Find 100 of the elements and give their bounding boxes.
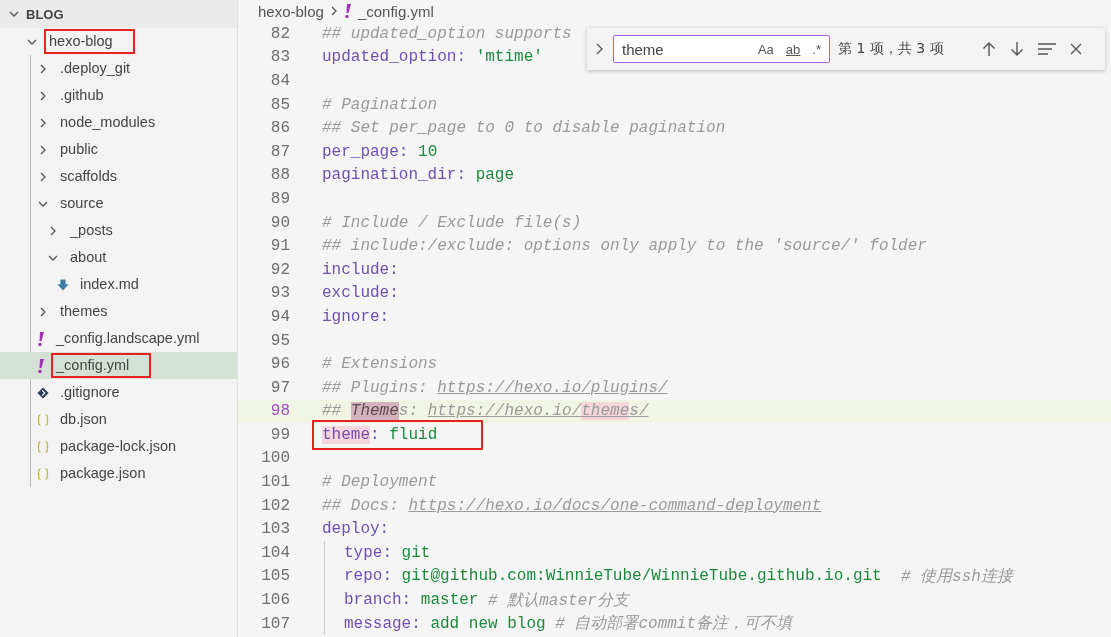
code-comment: ## xyxy=(322,402,343,421)
braces-icon xyxy=(37,439,49,454)
up-arrow-icon[interactable] xyxy=(981,41,996,57)
file-name: _config.landscape.yml xyxy=(54,329,201,348)
line-number: 88 xyxy=(269,166,290,185)
yaml-value: page xyxy=(474,166,515,185)
exclamation-icon xyxy=(37,330,45,347)
line-number: 85 xyxy=(269,95,290,114)
tree-row[interactable]: about xyxy=(47,244,237,271)
line-number: 89 xyxy=(269,189,290,208)
chevron-right-icon[interactable] xyxy=(595,41,605,57)
down-arrow-icon[interactable] xyxy=(1009,41,1024,57)
line-number: 91 xyxy=(269,237,290,256)
yaml-key: per_page: xyxy=(322,142,409,161)
tree-row[interactable]: .gitignore xyxy=(37,379,237,406)
breadcrumb-item[interactable]: hexo-blog xyxy=(258,2,324,20)
yaml-key: : xyxy=(370,425,380,444)
code-comment: # 自动部署commit备注，可不填 xyxy=(554,613,793,635)
folder-name: _posts xyxy=(68,221,114,240)
yaml-key: theme xyxy=(322,425,370,444)
yaml-key: branch: xyxy=(344,591,412,610)
tree-row[interactable]: public xyxy=(37,136,237,163)
file-name: index.md xyxy=(79,275,140,294)
line-number: 99 xyxy=(269,425,290,444)
yaml-key: updated_option: xyxy=(322,48,467,67)
line-number: 95 xyxy=(269,331,290,350)
yaml-key: pagination_dir: xyxy=(322,166,467,185)
folder-name: public xyxy=(59,140,99,159)
find-option-toggle[interactable]: Aa xyxy=(755,40,776,58)
code-comment: ## Docs: xyxy=(322,496,400,515)
line-number: 90 xyxy=(269,213,290,232)
match-count: 第 1 项，共 3 项 xyxy=(838,40,944,58)
folder-name: themes xyxy=(59,302,109,321)
line-number: 98 xyxy=(269,402,290,421)
yaml-key: message: xyxy=(344,614,421,633)
chevron-right-icon xyxy=(329,5,338,17)
file-name: package.json xyxy=(59,464,147,483)
line-number: 87 xyxy=(269,142,290,161)
tree-row[interactable]: source xyxy=(37,190,237,217)
file-name: package-lock.json xyxy=(59,437,178,456)
yaml-value: git@github.com:WinnieTube/WinnieTube.github.io.git xyxy=(400,567,882,586)
line-number: 104 xyxy=(260,543,290,562)
braces-icon xyxy=(37,466,49,481)
folder-name: source xyxy=(59,194,105,213)
yaml-key: include: xyxy=(322,260,399,279)
line-number: 107 xyxy=(260,614,290,633)
line-number: 84 xyxy=(269,72,290,90)
line-number: 100 xyxy=(260,449,290,468)
line-number: 101 xyxy=(260,473,290,492)
exclamation-icon xyxy=(37,357,45,374)
folder-name: .deploy_git xyxy=(59,59,132,78)
down-arrow-icon xyxy=(57,278,69,291)
find-option-toggle[interactable]: .* xyxy=(810,40,823,58)
line-number: 97 xyxy=(269,378,290,397)
folder-name: hexo-blog xyxy=(44,29,135,54)
yaml-value: 'mtime' xyxy=(474,48,543,67)
tree-row[interactable]: .github xyxy=(37,82,237,109)
tree-row[interactable]: package-lock.json xyxy=(37,433,237,460)
folder-name: .github xyxy=(59,86,105,105)
yaml-key: repo: xyxy=(344,567,392,586)
tree-row[interactable]: _posts xyxy=(47,217,237,244)
file-name: db.json xyxy=(59,410,108,429)
tree-row[interactable]: .deploy_git xyxy=(37,55,237,82)
code-comment: ## updated_option supports xyxy=(322,24,572,43)
yaml-key: type: xyxy=(344,543,392,562)
line-number: 83 xyxy=(269,48,290,67)
tree-row[interactable]: scaffolds xyxy=(37,163,237,190)
find-option-toggle[interactable]: ab xyxy=(783,40,803,58)
line-number: 82 xyxy=(269,24,290,43)
code-comment: # Extensions xyxy=(322,355,438,374)
selection-lines-icon[interactable] xyxy=(1037,43,1056,55)
file-name: .gitignore xyxy=(59,383,121,402)
yaml-key: exclude: xyxy=(322,284,399,303)
tree-row[interactable]: themes xyxy=(37,298,237,325)
tree-row[interactable]: index.md xyxy=(57,271,237,298)
tree-row[interactable]: _config.landscape.yml xyxy=(37,325,237,352)
tree-row[interactable]: _config.yml xyxy=(0,352,237,379)
line-number: 94 xyxy=(269,307,290,326)
code-comment: ## include:/exclude: options only apply to the 'source/' folder xyxy=(322,237,927,256)
close-icon[interactable] xyxy=(1069,43,1082,55)
code-comment: # 使用ssh连接 xyxy=(899,566,1013,587)
line-number: 93 xyxy=(269,284,290,303)
yaml-value: master xyxy=(419,591,479,610)
tree-row[interactable]: db.json xyxy=(37,406,237,433)
tree-row[interactable]: node_modules xyxy=(37,109,237,136)
yaml-value: 10 xyxy=(417,142,438,161)
yaml-value: fluid xyxy=(388,425,438,444)
yaml-key: deploy: xyxy=(322,520,390,539)
tree-row[interactable]: hexo-blog xyxy=(26,28,237,55)
tree-row[interactable]: package.json xyxy=(37,460,237,487)
code-comment: Theme xyxy=(350,402,399,421)
line-number: 106 xyxy=(260,591,290,610)
line-number: 86 xyxy=(269,119,290,138)
folder-name: node_modules xyxy=(59,113,157,132)
diamond-icon xyxy=(37,386,49,399)
folder-name: about xyxy=(69,248,108,267)
code-comment: # Deployment xyxy=(322,473,438,492)
breadcrumb-item[interactable]: _config.yml xyxy=(357,2,434,20)
line-number: 103 xyxy=(260,520,290,539)
find-input[interactable]: theme Aa ab .* xyxy=(613,35,830,63)
